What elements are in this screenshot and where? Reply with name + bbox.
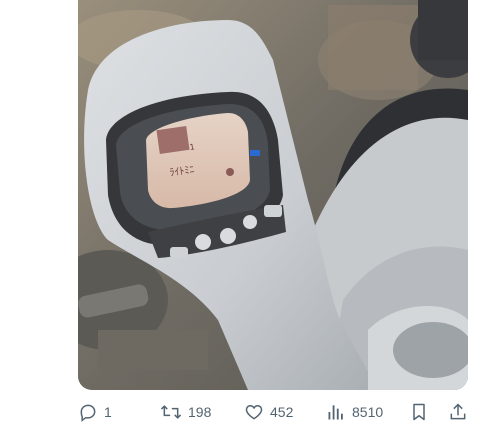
repost-button[interactable]: 198	[160, 398, 211, 426]
share-icon	[450, 403, 466, 420]
bookmark-icon	[413, 403, 425, 421]
views-chart-icon	[328, 405, 343, 420]
bookmark-button[interactable]	[409, 398, 429, 426]
reply-button[interactable]: 1	[78, 398, 112, 426]
share-button[interactable]	[448, 398, 468, 426]
tweet-action-bar: 1 198 452 8510	[74, 398, 474, 426]
reply-icon	[80, 404, 96, 422]
heart-icon	[245, 404, 263, 420]
tweet-video[interactable]: 1 ﾗｲﾄﾐﾆ	[78, 0, 468, 390]
repost-icon	[160, 405, 182, 419]
like-button[interactable]: 452	[244, 398, 293, 426]
views-count: 8510	[352, 404, 384, 420]
views-button[interactable]: 8510	[326, 398, 383, 426]
video-frame: 1 ﾗｲﾄﾐﾆ	[78, 0, 468, 390]
like-count: 452	[270, 404, 294, 420]
repost-count: 198	[188, 404, 212, 420]
reply-count: 1	[104, 404, 112, 420]
